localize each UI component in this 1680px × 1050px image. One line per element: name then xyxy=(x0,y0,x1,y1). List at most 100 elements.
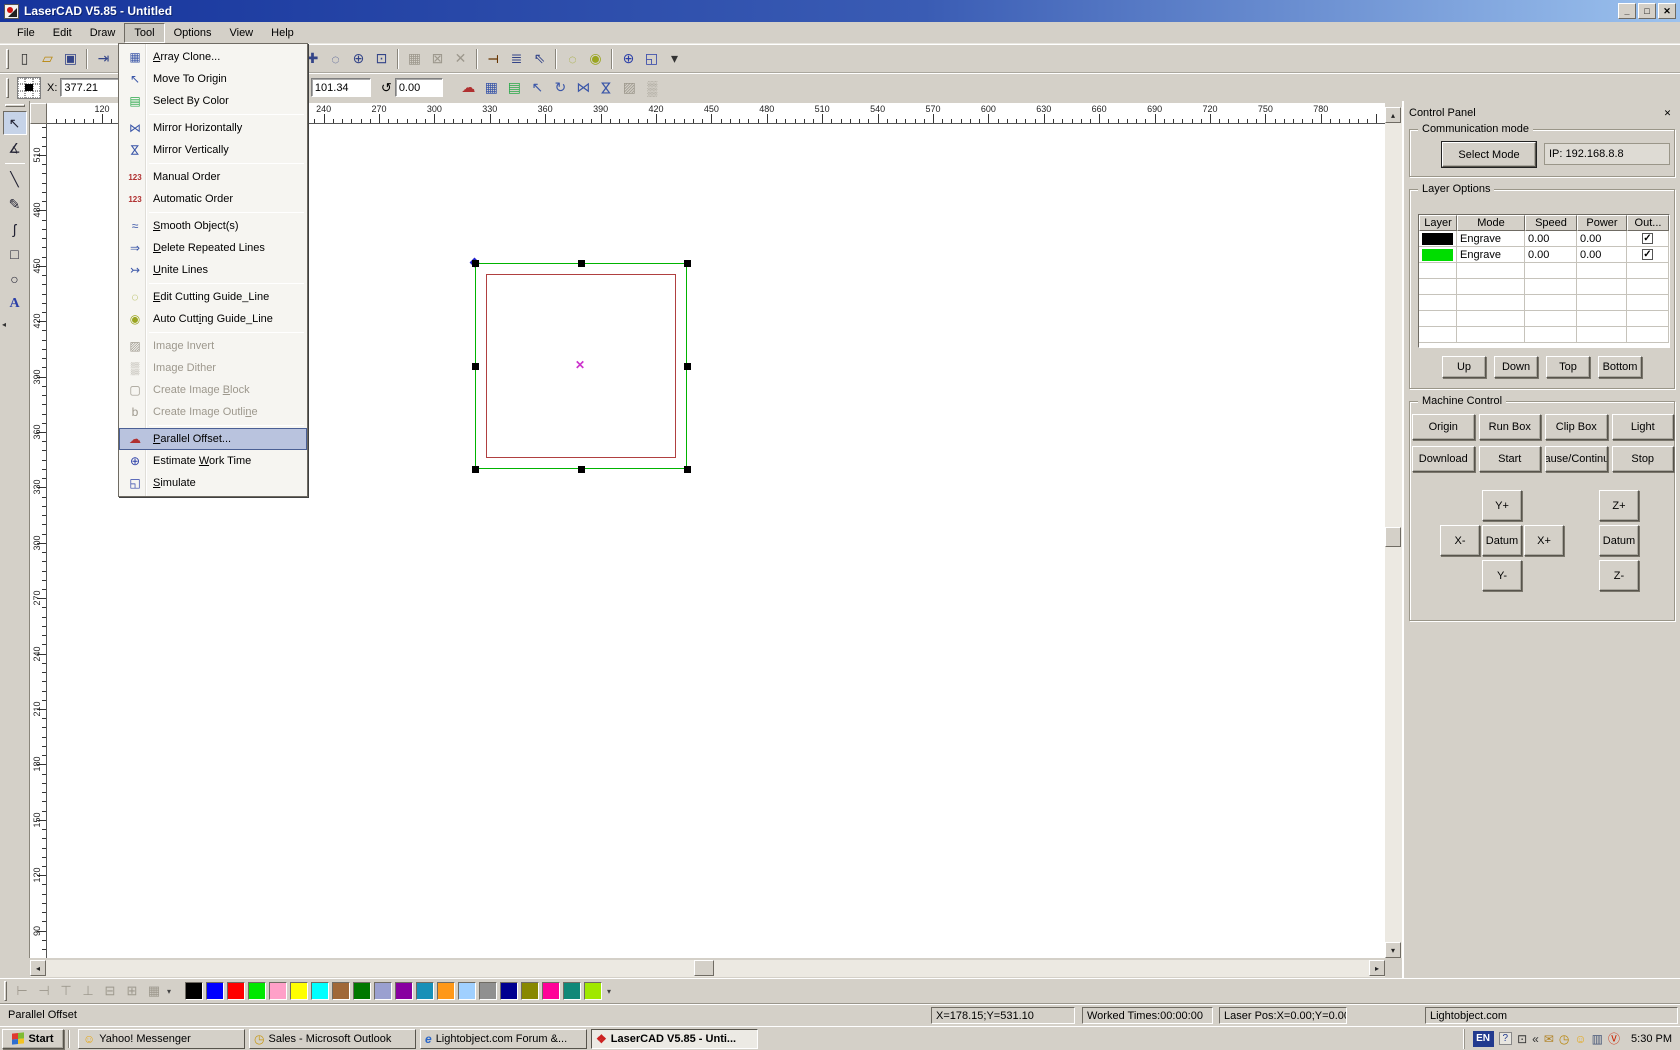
edit-cutting-guide-icon[interactable]: ◌ xyxy=(561,48,584,70)
selection-handle[interactable] xyxy=(472,466,479,473)
mirror-horizontal-icon[interactable]: ⋈ xyxy=(572,77,595,99)
zoom-page-icon[interactable]: ⊡ xyxy=(370,48,393,70)
menu-item-parallel-offset[interactable]: ☁Parallel Offset... xyxy=(119,428,307,450)
palette-color-10[interactable] xyxy=(395,982,413,1000)
menu-item-estimate-work-time[interactable]: ⊕Estimate Work Time xyxy=(119,450,307,472)
menu-tool[interactable]: Tool xyxy=(124,23,164,43)
palette-color-4[interactable] xyxy=(269,982,287,1000)
help-tray-icon[interactable]: ? xyxy=(1499,1032,1513,1045)
menu-draw[interactable]: Draw xyxy=(81,24,125,42)
menu-help[interactable]: Help xyxy=(262,24,303,42)
scroll-down-icon[interactable]: ▾ xyxy=(1385,942,1401,958)
palette-more-icon[interactable]: ▾ xyxy=(607,987,611,996)
start-button[interactable]: Start xyxy=(1479,446,1542,472)
array-clone-icon[interactable]: ▦ xyxy=(480,77,503,99)
antivirus-tray-icon[interactable]: Ⓥ xyxy=(1608,1030,1620,1047)
task-yahoo-messenger[interactable]: ☺Yahoo! Messenger xyxy=(78,1029,245,1049)
menu-item-mirror-vertically[interactable]: ⋈Mirror Vertically xyxy=(119,139,307,161)
vertical-scroll-thumb[interactable] xyxy=(1385,527,1401,547)
jog-x-plus-button[interactable]: X+ xyxy=(1524,525,1564,556)
task-lasercad[interactable]: ❖LaserCAD V5.85 - Unti... xyxy=(591,1029,758,1049)
jog-y-plus-button[interactable]: Y+ xyxy=(1482,490,1522,521)
save-icon[interactable]: ▣ xyxy=(59,48,82,70)
task-outlook[interactable]: ◷Sales - Microsoft Outlook xyxy=(249,1029,416,1049)
layer-row[interactable]: Engrave0.000.00✓ xyxy=(1419,247,1669,263)
horizontal-scroll-thumb[interactable] xyxy=(694,960,714,976)
jog-y-minus-button[interactable]: Y- xyxy=(1482,560,1522,591)
origin-button[interactable]: Origin xyxy=(1412,414,1475,440)
selection-handle[interactable] xyxy=(578,260,585,267)
column-header[interactable]: Speed xyxy=(1525,215,1577,231)
palette-color-12[interactable] xyxy=(437,982,455,1000)
parallel-offset-icon[interactable]: ☁ xyxy=(457,77,480,99)
vertical-scrollbar[interactable]: ▴ ▾ xyxy=(1385,107,1402,958)
task-browser[interactable]: eLightobject.com Forum &... xyxy=(420,1029,587,1049)
layer-down-button[interactable]: Down xyxy=(1494,356,1538,378)
layer-color-swatch[interactable] xyxy=(1419,231,1457,247)
selection-handle[interactable] xyxy=(684,466,691,473)
height-input[interactable] xyxy=(311,78,371,97)
selection-handle[interactable] xyxy=(684,363,691,370)
palette-color-8[interactable] xyxy=(353,982,371,1000)
column-header[interactable]: Power xyxy=(1577,215,1627,231)
column-header[interactable]: Mode xyxy=(1457,215,1525,231)
open-file-icon[interactable]: ▱ xyxy=(36,48,59,70)
restore-button[interactable]: □ xyxy=(1638,3,1656,19)
menu-edit[interactable]: Edit xyxy=(44,24,81,42)
scroll-right-icon[interactable]: ▸ xyxy=(1369,960,1385,976)
menu-item-delete-repeated-lines[interactable]: ⇒Delete Repeated Lines xyxy=(119,237,307,259)
select-by-color-icon[interactable]: ▤ xyxy=(503,77,526,99)
mail-tray-icon[interactable]: ✉ xyxy=(1544,1032,1554,1046)
select-mode-button[interactable]: Select Mode xyxy=(1442,142,1536,167)
menu-item-select-by-color[interactable]: ▤Select By Color xyxy=(119,90,307,112)
messenger-tray-icon[interactable]: ☺ xyxy=(1574,1032,1586,1046)
ellipse-tool[interactable]: ○ xyxy=(3,267,27,291)
toolbar-more-icon[interactable]: ▾ xyxy=(663,48,686,70)
menu-item-array-clone[interactable]: ▦Array Clone... xyxy=(119,46,307,68)
jog-datum-z-button[interactable]: Datum xyxy=(1599,525,1639,556)
selection-handle[interactable] xyxy=(578,466,585,473)
palette-color-3[interactable] xyxy=(248,982,266,1000)
selection-handle[interactable] xyxy=(684,260,691,267)
palette-color-19[interactable] xyxy=(584,982,602,1000)
horizontal-scrollbar[interactable]: ◂ ▸ xyxy=(30,960,1385,977)
bezier-tool[interactable]: ʃ xyxy=(3,217,27,241)
layer-speed[interactable]: 0.00 xyxy=(1525,231,1577,247)
menu-file[interactable]: File xyxy=(8,24,44,42)
output-checkbox[interactable]: ✓ xyxy=(1642,249,1653,260)
jog-z-minus-button[interactable]: Z- xyxy=(1599,560,1639,591)
restore-tray-icon[interactable]: ⊡ xyxy=(1517,1032,1527,1046)
layer-top-button[interactable]: Top xyxy=(1546,356,1590,378)
scroll-up-icon[interactable]: ▴ xyxy=(1385,107,1401,123)
menu-item-automatic-order[interactable]: 123Automatic Order xyxy=(119,188,307,210)
control-panel-close-icon[interactable]: ✕ xyxy=(1660,106,1675,120)
palette-color-17[interactable] xyxy=(542,982,560,1000)
menu-view[interactable]: View xyxy=(220,24,262,42)
menu-item-move-to-origin[interactable]: ↖Move To Origin xyxy=(119,68,307,90)
menu-item-unite-lines[interactable]: ↣Unite Lines xyxy=(119,259,307,281)
palette-color-13[interactable] xyxy=(458,982,476,1000)
palette-color-1[interactable] xyxy=(206,982,224,1000)
order-list-icon[interactable]: ≣ xyxy=(505,48,528,70)
layer-power[interactable]: 0.00 xyxy=(1577,231,1627,247)
anchor-point-selector[interactable] xyxy=(17,77,41,99)
palette-color-14[interactable] xyxy=(479,982,497,1000)
toolbar-grip[interactable] xyxy=(5,104,25,107)
collapse-tray-icon[interactable]: « xyxy=(1532,1032,1539,1046)
pause-continue-button[interactable]: Pause/Continue xyxy=(1545,446,1608,472)
jog-z-plus-button[interactable]: Z+ xyxy=(1599,490,1639,521)
palette-color-11[interactable] xyxy=(416,982,434,1000)
menu-item-simulate[interactable]: ◱Simulate xyxy=(119,472,307,494)
column-header[interactable]: Layer xyxy=(1419,215,1457,231)
select-tool[interactable]: ↖ xyxy=(3,111,27,135)
palette-color-16[interactable] xyxy=(521,982,539,1000)
output-checkbox[interactable]: ✓ xyxy=(1642,233,1653,244)
mirror-vertical-icon[interactable]: ⋈ xyxy=(595,76,617,99)
layer-bottom-button[interactable]: Bottom xyxy=(1598,356,1642,378)
layer-row[interactable]: Engrave0.000.00✓ xyxy=(1419,231,1669,247)
layer-up-button[interactable]: Up xyxy=(1442,356,1486,378)
layer-table[interactable]: LayerModeSpeedPowerOut...Engrave0.000.00… xyxy=(1418,214,1670,348)
toolbar-grip[interactable] xyxy=(4,981,7,1001)
scroll-left-icon[interactable]: ◂ xyxy=(30,960,46,976)
pick-object-icon[interactable]: ⇖ xyxy=(528,48,551,70)
